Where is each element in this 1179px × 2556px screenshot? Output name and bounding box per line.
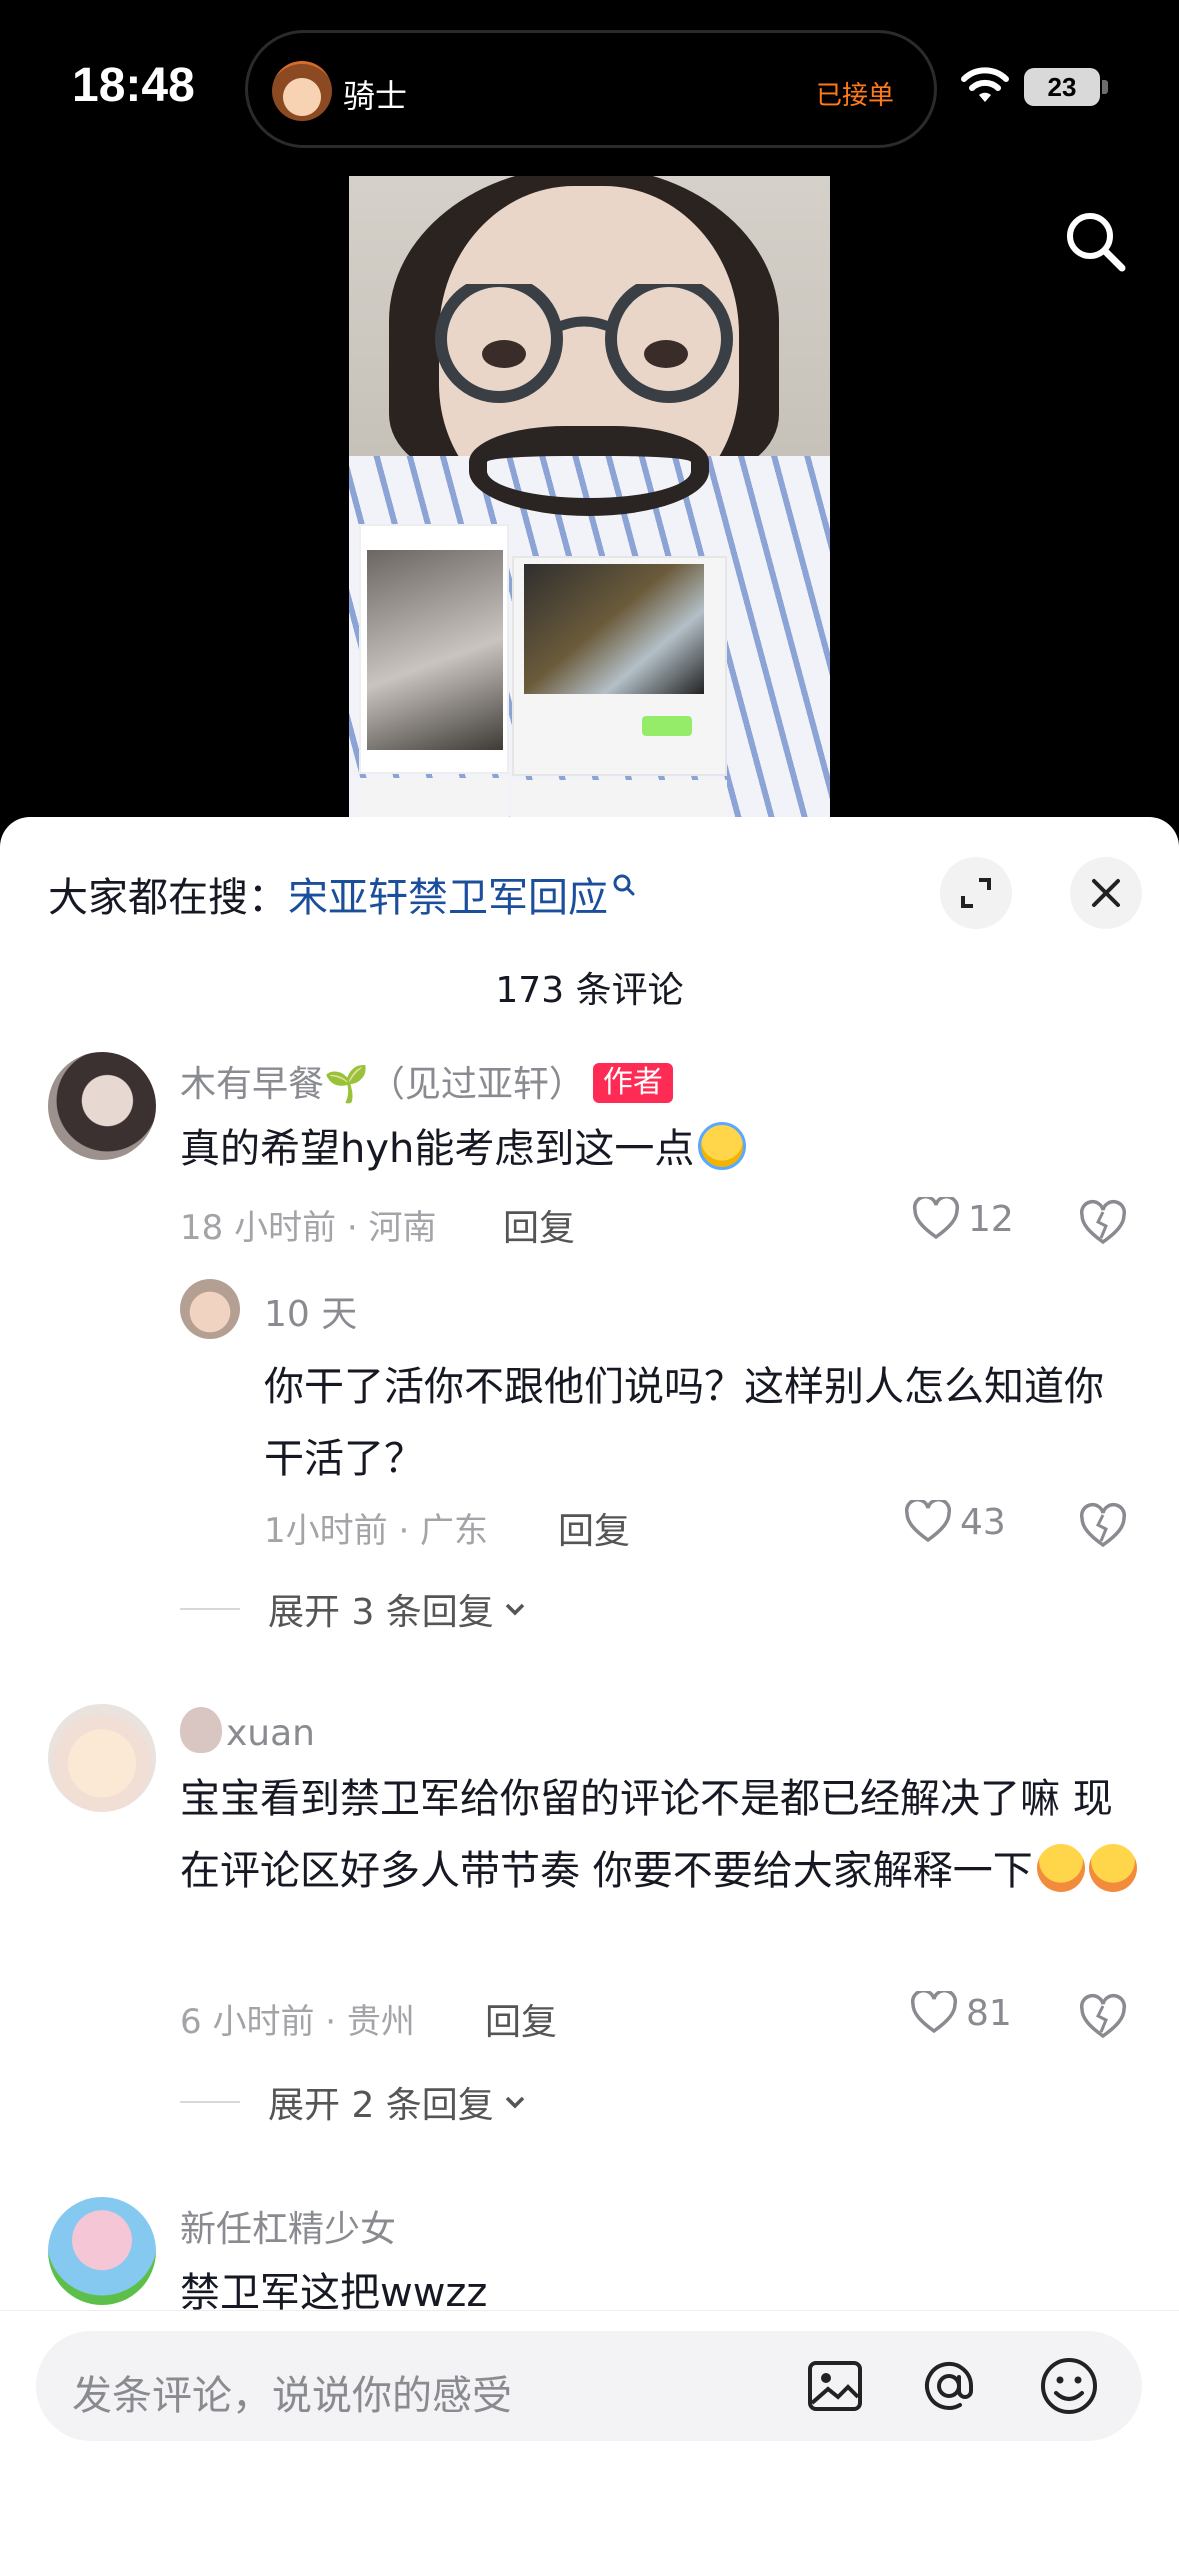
comment-count: 173 条评论 bbox=[495, 970, 684, 1011]
image-icon[interactable] bbox=[802, 2353, 868, 2419]
chevron-down-icon bbox=[505, 1603, 525, 1616]
reply-button[interactable]: 回复 bbox=[558, 1502, 630, 1554]
at-icon[interactable] bbox=[916, 2353, 982, 2419]
username-text: 木有早餐🌱（见过亚轩） bbox=[180, 1064, 585, 1105]
reply-button[interactable]: 回复 bbox=[503, 1199, 575, 1251]
comment-text[interactable]: 宝宝看到禁卫军给你留的评论不是都已经解决了嘛 现在评论区好多人带节奏 你要不要给… bbox=[180, 1763, 1140, 1907]
chevron-down-icon bbox=[505, 2096, 525, 2109]
garlic-icon bbox=[180, 1707, 222, 1753]
crying-emoji-icon bbox=[698, 1122, 747, 1170]
mustache-graphic bbox=[469, 426, 709, 516]
small-search-icon bbox=[613, 874, 635, 896]
heart-icon bbox=[910, 1991, 958, 2034]
comment-username[interactable]: xuan bbox=[180, 1707, 315, 1754]
island-title: 骑士 bbox=[343, 77, 408, 115]
like-count: 43 bbox=[960, 1501, 1006, 1543]
divider-line bbox=[180, 2101, 240, 2103]
expand-replies-button[interactable]: 展开 3 条回复 bbox=[180, 1583, 530, 1635]
divider-line bbox=[180, 1608, 240, 1610]
broken-heart-icon[interactable] bbox=[1078, 1198, 1128, 1248]
wifi-icon bbox=[961, 67, 1009, 102]
battery-nub bbox=[1102, 80, 1108, 94]
comment-meta: 6 小时前 · 贵州 bbox=[180, 2002, 415, 2042]
battery-indicator: 23 bbox=[1024, 68, 1100, 106]
status-time: 18:48 bbox=[72, 59, 195, 112]
comment-input-placeholder: 发条评论，说说你的感受 bbox=[72, 2373, 512, 2419]
expand-replies-button[interactable]: 展开 2 条回复 bbox=[180, 2076, 530, 2128]
comment-input[interactable]: 发条评论，说说你的感受 bbox=[36, 2331, 1142, 2441]
like-button[interactable]: 43 bbox=[904, 1500, 1006, 1544]
comment-username[interactable]: 新任杠精少女 bbox=[180, 2200, 396, 2252]
reply-username[interactable]: 10 天 bbox=[264, 1285, 357, 1337]
emoji-icon[interactable] bbox=[1036, 2353, 1102, 2419]
avatar[interactable] bbox=[48, 2197, 156, 2305]
comment-input-bar: 发条评论，说说你的感受 bbox=[0, 2310, 1179, 2556]
video-player[interactable] bbox=[349, 176, 830, 826]
dynamic-island[interactable]: 骑士 已接单 bbox=[245, 30, 937, 148]
expand-icon bbox=[961, 878, 991, 908]
broken-heart-icon[interactable] bbox=[1078, 1992, 1128, 2042]
hot-search-keyword[interactable]: 宋亚轩禁卫军回应 bbox=[288, 875, 608, 921]
like-count: 12 bbox=[968, 1198, 1014, 1240]
close-icon bbox=[1092, 879, 1120, 907]
like-count: 81 bbox=[966, 1992, 1012, 2034]
author-badge: 作者 bbox=[592, 1063, 673, 1103]
comment-username[interactable]: 木有早餐🌱（见过亚轩） 作者 bbox=[180, 1055, 673, 1107]
hug-emoji-icon bbox=[1088, 1844, 1137, 1892]
glasses-graphic bbox=[435, 284, 733, 403]
hug-emoji-icon bbox=[1036, 1844, 1085, 1892]
screenshot-overlay bbox=[359, 524, 509, 774]
hot-search-link[interactable]: 大家都在搜：宋亚轩禁卫军回应 bbox=[48, 865, 636, 923]
rider-avatar-icon bbox=[272, 61, 332, 121]
comment-meta: 18 小时前 · 河南 bbox=[180, 1208, 437, 1248]
comment-text-content: 宝宝看到禁卫军给你留的评论不是都已经解决了嘛 现在评论区好多人带节奏 你要不要给… bbox=[180, 1776, 1113, 1894]
avatar[interactable] bbox=[48, 1704, 156, 1812]
status-bar: 18:48 骑士 已接单 23 bbox=[0, 0, 1179, 170]
reply-meta: 1小时前 · 广东 bbox=[264, 1511, 489, 1551]
hot-search-prefix: 大家都在搜： bbox=[48, 875, 288, 921]
search-icon[interactable] bbox=[1060, 206, 1130, 276]
like-button[interactable]: 12 bbox=[912, 1197, 1014, 1241]
island-status: 已接单 bbox=[815, 81, 894, 111]
screenshot-overlay bbox=[512, 556, 727, 776]
close-button[interactable] bbox=[1070, 857, 1142, 929]
username-text: xuan bbox=[226, 1713, 315, 1754]
comment-text[interactable]: 真的希望hyh能考虑到这一点 bbox=[180, 1113, 1080, 1185]
expand-replies-label: 展开 2 条回复 bbox=[268, 2085, 494, 2126]
heart-icon bbox=[904, 1500, 952, 1543]
broken-heart-icon[interactable] bbox=[1078, 1501, 1128, 1551]
avatar[interactable] bbox=[48, 1052, 156, 1160]
like-button[interactable]: 81 bbox=[910, 1991, 1012, 2035]
avatar[interactable] bbox=[180, 1279, 240, 1339]
comments-sheet: 大家都在搜：宋亚轩禁卫军回应 173 条评论 木有早餐🌱（见过亚轩） 作者 真的希… bbox=[0, 817, 1179, 2556]
comment-text-content: 真的希望hyh能考虑到这一点 bbox=[180, 1126, 695, 1172]
expand-button[interactable] bbox=[940, 857, 1012, 929]
heart-icon bbox=[912, 1197, 960, 1240]
expand-replies-label: 展开 3 条回复 bbox=[268, 1592, 494, 1633]
reply-text[interactable]: 你干了活你不跟他们说吗？这样别人怎么知道你干活了？ bbox=[264, 1351, 1124, 1495]
reply-button[interactable]: 回复 bbox=[485, 1993, 557, 2045]
